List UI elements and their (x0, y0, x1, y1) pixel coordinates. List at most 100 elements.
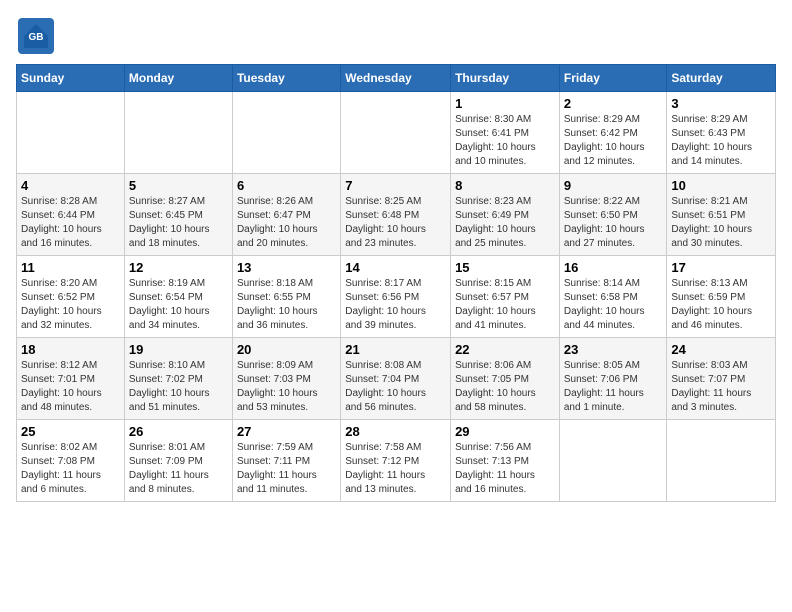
calendar-table: SundayMondayTuesdayWednesdayThursdayFrid… (16, 64, 776, 502)
calendar-cell: 23Sunrise: 8:05 AM Sunset: 7:06 PM Dayli… (559, 338, 667, 420)
calendar-cell: 1 Sunrise: 8:30 AM Sunset: 6:41 PM Daylig… (451, 92, 560, 174)
day-info: Sunrise: 8:09 AM Sunset: 7:03 PM Dayligh… (237, 359, 336, 415)
day-info: Sunrise: 8:26 AM Sunset: 6:47 PM Dayligh… (237, 195, 336, 251)
calendar-cell: 9 Sunrise: 8:22 AM Sunset: 6:50 PM Daylig… (559, 174, 667, 256)
calendar-cell: 4 Sunrise: 8:28 AM Sunset: 6:44 PM Daylig… (17, 174, 125, 256)
svg-text:GB: GB (29, 32, 44, 43)
day-number: 5 (129, 178, 228, 193)
day-info: Sunrise: 8:15 AM Sunset: 6:57 PM Dayligh… (455, 277, 555, 333)
calendar-cell: 21 Sunrise: 8:08 AM Sunset: 7:04 PM Dayli… (341, 338, 451, 420)
day-info: Sunrise: 8:05 AM Sunset: 7:06 PM Dayligh… (564, 359, 663, 415)
day-number: 27 (237, 424, 336, 439)
header: GB (16, 16, 776, 56)
day-info: Sunrise: 8:02 AM Sunset: 7:08 PM Dayligh… (21, 441, 120, 497)
day-number: 15 (455, 260, 555, 275)
day-info: Sunrise: 8:08 AM Sunset: 7:04 PM Dayligh… (345, 359, 446, 415)
calendar-cell: 17Sunrise: 8:13 AM Sunset: 6:59 PM Dayli… (667, 256, 776, 338)
column-header-monday: Monday (124, 65, 232, 92)
day-number: 4 (21, 178, 120, 193)
calendar-cell: 11 Sunrise: 8:20 AM Sunset: 6:52 PM Dayli… (17, 256, 125, 338)
day-number: 11 (21, 260, 120, 275)
day-info: Sunrise: 8:01 AM Sunset: 7:09 PM Dayligh… (129, 441, 228, 497)
day-info: Sunrise: 8:20 AM Sunset: 6:52 PM Dayligh… (21, 277, 120, 333)
day-number: 2 (564, 96, 663, 111)
day-info: Sunrise: 8:17 AM Sunset: 6:56 PM Dayligh… (345, 277, 446, 333)
calendar-cell: 24 Sunrise: 8:03 AM Sunset: 7:07 PM Dayli… (667, 338, 776, 420)
day-info: Sunrise: 8:12 AM Sunset: 7:01 PM Dayligh… (21, 359, 120, 415)
calendar-cell: 5Sunrise: 8:27 AM Sunset: 6:45 PM Daylig… (124, 174, 232, 256)
day-info: Sunrise: 8:23 AM Sunset: 6:49 PM Dayligh… (455, 195, 555, 251)
day-number: 29 (455, 424, 555, 439)
calendar-week-row: 4 Sunrise: 8:28 AM Sunset: 6:44 PM Daylig… (17, 174, 776, 256)
day-info: Sunrise: 8:03 AM Sunset: 7:07 PM Dayligh… (671, 359, 771, 415)
day-number: 25 (21, 424, 120, 439)
logo-icon: GB (16, 16, 56, 56)
day-info: Sunrise: 8:13 AM Sunset: 6:59 PM Dayligh… (671, 277, 771, 333)
calendar-cell: 22Sunrise: 8:06 AM Sunset: 7:05 PM Dayli… (451, 338, 560, 420)
calendar-cell: 25 Sunrise: 8:02 AM Sunset: 7:08 PM Dayli… (17, 420, 125, 502)
column-header-wednesday: Wednesday (341, 65, 451, 92)
column-header-saturday: Saturday (667, 65, 776, 92)
calendar-cell (559, 420, 667, 502)
day-info: Sunrise: 8:29 AM Sunset: 6:43 PM Dayligh… (671, 113, 771, 169)
day-number: 10 (671, 178, 771, 193)
calendar-week-row: 1 Sunrise: 8:30 AM Sunset: 6:41 PM Daylig… (17, 92, 776, 174)
day-number: 7 (345, 178, 446, 193)
day-info: Sunrise: 7:56 AM Sunset: 7:13 PM Dayligh… (455, 441, 555, 497)
calendar-cell: 13Sunrise: 8:18 AM Sunset: 6:55 PM Dayli… (232, 256, 340, 338)
calendar-cell: 26 Sunrise: 8:01 AM Sunset: 7:09 PM Dayli… (124, 420, 232, 502)
calendar-cell (124, 92, 232, 174)
day-number: 19 (129, 342, 228, 357)
day-number: 28 (345, 424, 446, 439)
day-info: Sunrise: 8:19 AM Sunset: 6:54 PM Dayligh… (129, 277, 228, 333)
calendar-cell: 3 Sunrise: 8:29 AM Sunset: 6:43 PM Daylig… (667, 92, 776, 174)
day-number: 6 (237, 178, 336, 193)
day-info: Sunrise: 8:28 AM Sunset: 6:44 PM Dayligh… (21, 195, 120, 251)
day-number: 8 (455, 178, 555, 193)
calendar-cell: 7 Sunrise: 8:25 AM Sunset: 6:48 PM Daylig… (341, 174, 451, 256)
day-number: 24 (671, 342, 771, 357)
day-info: Sunrise: 7:58 AM Sunset: 7:12 PM Dayligh… (345, 441, 446, 497)
day-info: Sunrise: 8:29 AM Sunset: 6:42 PM Dayligh… (564, 113, 663, 169)
day-number: 12 (129, 260, 228, 275)
calendar-cell: 15 Sunrise: 8:15 AM Sunset: 6:57 PM Dayli… (451, 256, 560, 338)
day-info: Sunrise: 8:22 AM Sunset: 6:50 PM Dayligh… (564, 195, 663, 251)
calendar-cell: 18 Sunrise: 8:12 AM Sunset: 7:01 PM Dayli… (17, 338, 125, 420)
day-info: Sunrise: 7:59 AM Sunset: 7:11 PM Dayligh… (237, 441, 336, 497)
calendar-cell (667, 420, 776, 502)
column-header-tuesday: Tuesday (232, 65, 340, 92)
day-info: Sunrise: 8:25 AM Sunset: 6:48 PM Dayligh… (345, 195, 446, 251)
calendar-cell: 19Sunrise: 8:10 AM Sunset: 7:02 PM Dayli… (124, 338, 232, 420)
logo: GB (16, 16, 60, 56)
day-number: 13 (237, 260, 336, 275)
calendar-cell (17, 92, 125, 174)
day-info: Sunrise: 8:30 AM Sunset: 6:41 PM Dayligh… (455, 113, 555, 169)
column-header-thursday: Thursday (451, 65, 560, 92)
calendar-week-row: 25 Sunrise: 8:02 AM Sunset: 7:08 PM Dayli… (17, 420, 776, 502)
calendar-week-row: 11 Sunrise: 8:20 AM Sunset: 6:52 PM Dayli… (17, 256, 776, 338)
calendar-cell: 14 Sunrise: 8:17 AM Sunset: 6:56 PM Dayli… (341, 256, 451, 338)
day-number: 26 (129, 424, 228, 439)
day-number: 16 (564, 260, 663, 275)
calendar-cell: 20 Sunrise: 8:09 AM Sunset: 7:03 PM Dayli… (232, 338, 340, 420)
calendar-cell (232, 92, 340, 174)
calendar-cell: 16 Sunrise: 8:14 AM Sunset: 6:58 PM Dayli… (559, 256, 667, 338)
calendar-cell: 29 Sunrise: 7:56 AM Sunset: 7:13 PM Dayli… (451, 420, 560, 502)
calendar-cell: 6 Sunrise: 8:26 AM Sunset: 6:47 PM Daylig… (232, 174, 340, 256)
day-number: 21 (345, 342, 446, 357)
day-number: 20 (237, 342, 336, 357)
calendar-cell: 27 Sunrise: 7:59 AM Sunset: 7:11 PM Dayli… (232, 420, 340, 502)
day-number: 18 (21, 342, 120, 357)
calendar-week-row: 18 Sunrise: 8:12 AM Sunset: 7:01 PM Dayli… (17, 338, 776, 420)
calendar-header-row: SundayMondayTuesdayWednesdayThursdayFrid… (17, 65, 776, 92)
column-header-friday: Friday (559, 65, 667, 92)
day-number: 1 (455, 96, 555, 111)
calendar-cell: 28 Sunrise: 7:58 AM Sunset: 7:12 PM Dayli… (341, 420, 451, 502)
day-info: Sunrise: 8:21 AM Sunset: 6:51 PM Dayligh… (671, 195, 771, 251)
day-number: 14 (345, 260, 446, 275)
day-info: Sunrise: 8:06 AM Sunset: 7:05 PM Dayligh… (455, 359, 555, 415)
day-info: Sunrise: 8:14 AM Sunset: 6:58 PM Dayligh… (564, 277, 663, 333)
day-number: 9 (564, 178, 663, 193)
day-number: 3 (671, 96, 771, 111)
calendar-cell: 10 Sunrise: 8:21 AM Sunset: 6:51 PM Dayli… (667, 174, 776, 256)
